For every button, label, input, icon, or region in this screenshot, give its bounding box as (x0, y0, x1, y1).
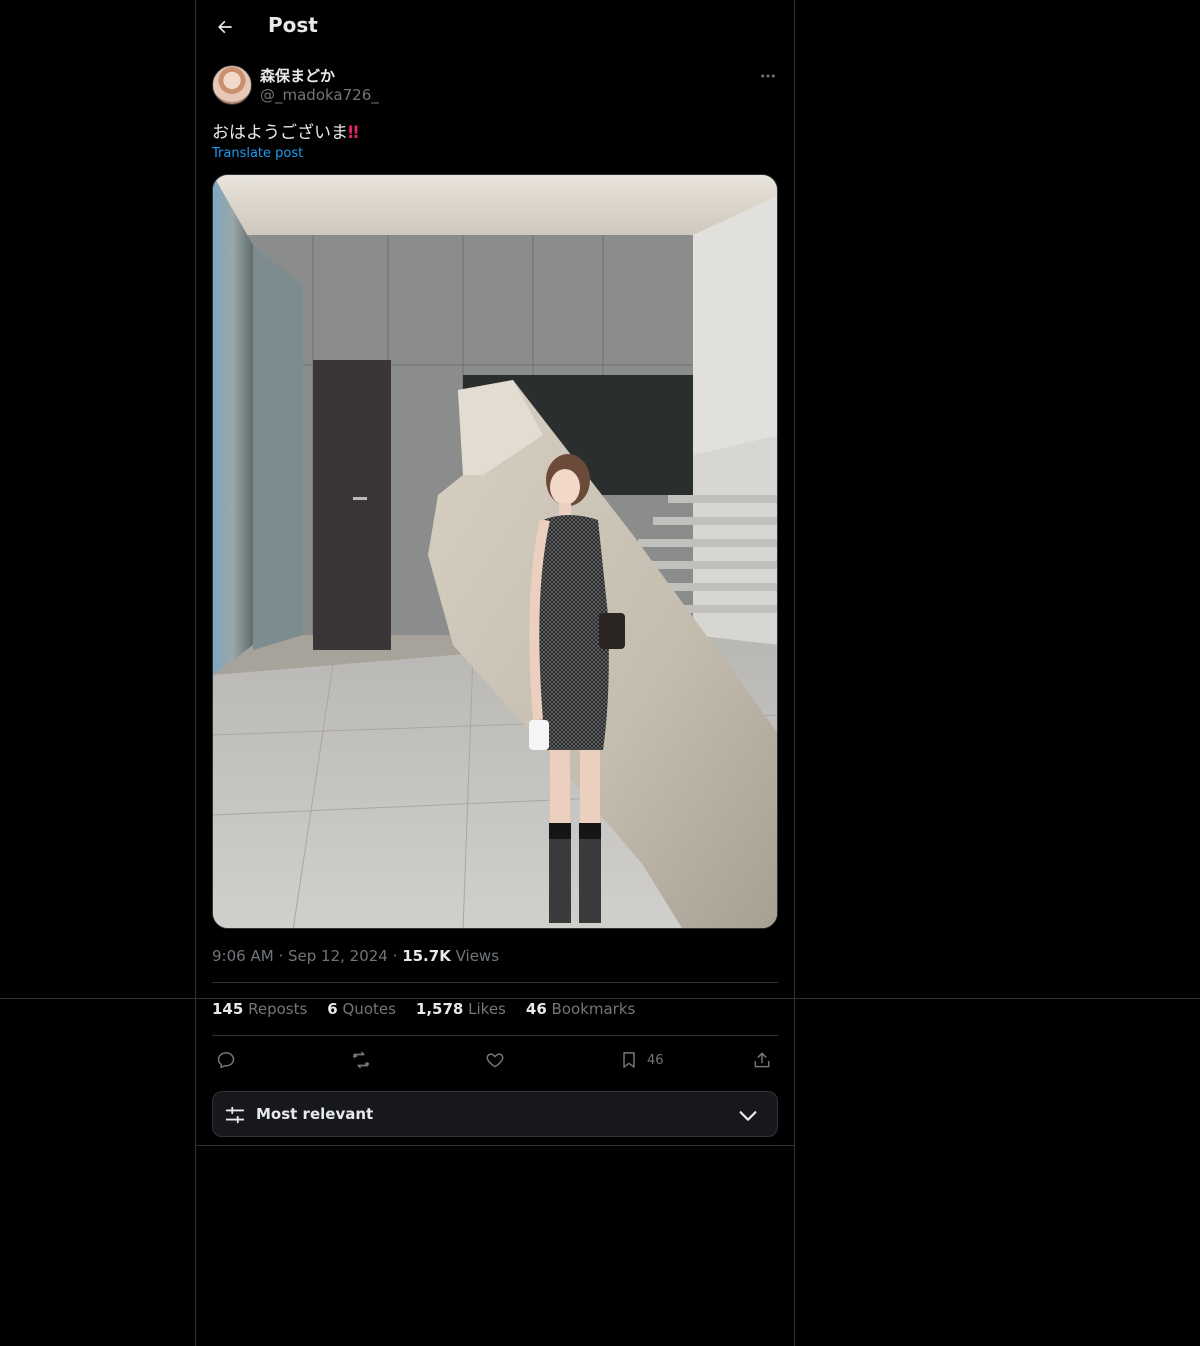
post-photo[interactable] (212, 174, 778, 929)
post-stats: 145 Reposts 6 Quotes 1,578 Likes 46 Book… (212, 1000, 635, 1018)
photo-illustration (213, 175, 777, 928)
like-button[interactable] (485, 1046, 505, 1074)
share-button[interactable] (752, 1046, 772, 1074)
meta-separator: · (392, 947, 398, 965)
bookmark-count: 46 (647, 1052, 664, 1068)
post-meta: 9:06 AM · Sep 12, 2024 · 15.7K Views (212, 947, 499, 965)
reply-icon (217, 1052, 235, 1069)
page-title: Post (268, 13, 318, 37)
bookmark-button[interactable]: 46 (619, 1046, 664, 1074)
quotes-count: 6 (327, 1000, 338, 1018)
share-icon (754, 1052, 770, 1068)
reply-sort-dropdown[interactable]: Most relevant (212, 1091, 778, 1137)
meta-separator: · (278, 947, 284, 965)
main-column: Post 森保まどか @_madoka726_ おはようございま‼ Transl… (195, 0, 795, 1346)
likes-count: 1,578 (415, 1000, 464, 1018)
sort-label: Most relevant (256, 1105, 374, 1123)
back-arrow-icon (218, 20, 232, 34)
post-time[interactable]: 9:06 AM (212, 947, 274, 965)
repost-button[interactable] (350, 1046, 372, 1074)
double-exclamation-emoji: ‼ (348, 123, 359, 143)
views-label: Views (455, 947, 500, 965)
views-count: 15.7K (402, 947, 451, 965)
more-options-button[interactable] (756, 64, 780, 88)
reposts-count: 145 (212, 1000, 244, 1018)
author-display-name[interactable]: 森保まどか (260, 65, 335, 86)
more-icon (761, 74, 775, 78)
divider (212, 982, 778, 983)
overlay-guide-line (0, 998, 1200, 999)
repost-icon (352, 1051, 370, 1069)
likes-stat[interactable]: 1,578 Likes (416, 1000, 506, 1018)
author-handle[interactable]: @_madoka726_ (260, 86, 379, 104)
reposts-label: Reposts (248, 1000, 308, 1018)
quotes-stat[interactable]: 6 Quotes (327, 1000, 396, 1018)
bookmarks-count: 46 (525, 1000, 547, 1018)
bookmarks-stat[interactable]: 46 Bookmarks (526, 1000, 635, 1018)
bookmark-icon (623, 1052, 635, 1068)
quotes-label: Quotes (342, 1000, 396, 1018)
like-icon (486, 1053, 504, 1068)
divider (212, 1035, 778, 1036)
chevron-down-icon (739, 1111, 757, 1121)
sort-sliders-icon (225, 1106, 245, 1124)
avatar[interactable] (212, 65, 252, 105)
divider (196, 1145, 794, 1146)
tweet-text-body: おはようございま (212, 123, 348, 143)
reposts-stat[interactable]: 145 Reposts (212, 1000, 307, 1018)
reply-button[interactable] (216, 1046, 236, 1074)
tweet-text: おはようございま‼ (212, 118, 359, 143)
translate-post-link[interactable]: Translate post (212, 146, 303, 161)
top-bar: Post (196, 0, 794, 53)
back-button[interactable] (208, 10, 242, 44)
bookmarks-label: Bookmarks (551, 1000, 636, 1018)
post-date[interactable]: Sep 12, 2024 (288, 947, 388, 965)
likes-label: Likes (468, 1000, 506, 1018)
